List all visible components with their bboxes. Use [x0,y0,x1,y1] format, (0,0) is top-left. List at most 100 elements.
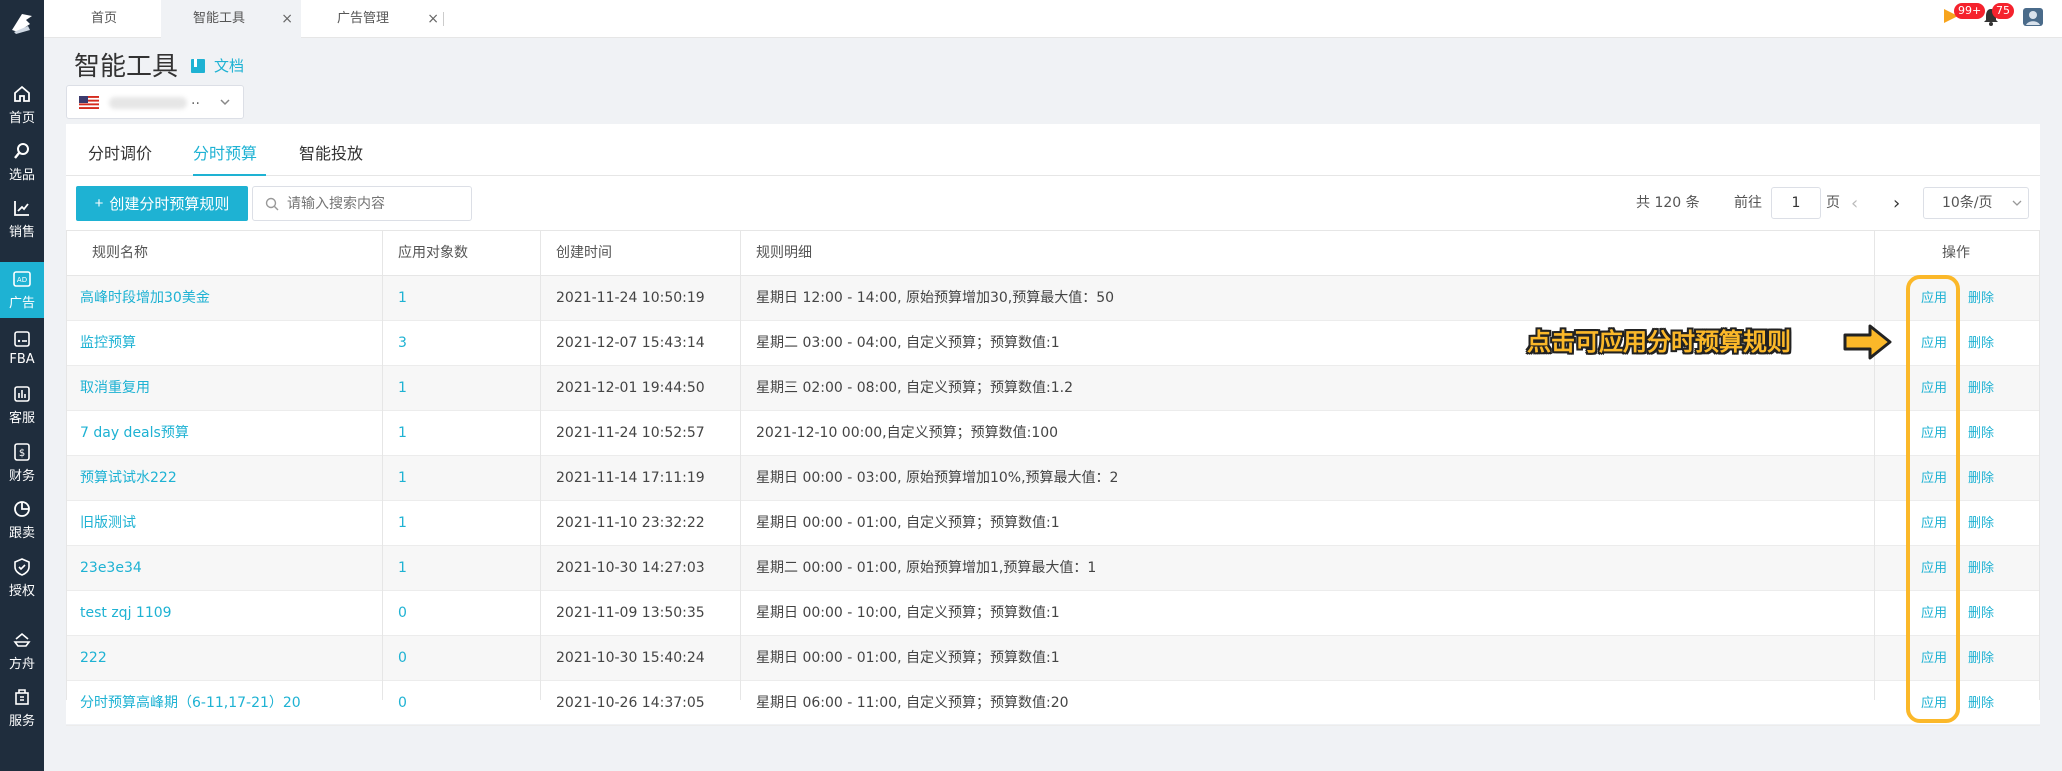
rule-name-link[interactable]: 高峰时段增加30美金 [80,276,210,321]
delete-button[interactable]: 删除 [1968,276,1994,321]
finance-icon: $ [14,443,30,461]
delete-button[interactable]: 删除 [1968,681,1994,726]
column-divider [540,230,541,700]
target-count-link[interactable]: 1 [398,276,407,321]
target-count-link[interactable]: 1 [398,546,407,591]
sidebar-item-service[interactable]: 客服 [0,377,44,433]
close-icon[interactable]: × [281,0,293,38]
prev-page-icon[interactable]: ‹ [1851,186,1858,221]
message-badge: 75 [1992,3,2014,19]
tab-time-budget[interactable]: 分时预算 [193,140,257,164]
rule-detail: 2021-12-10 00:00,自定义预算；预算数值:100 [756,425,1059,441]
delete-button[interactable]: 删除 [1968,591,1994,636]
rule-name-link[interactable]: 监控预算 [80,321,136,366]
home-icon [14,85,30,102]
chevron-down-icon [220,99,230,106]
active-tab-indicator [193,174,266,176]
create-rule-button[interactable]: + 创建分时预算规则 [76,186,248,221]
table-row: 预算试试水222 1 2021-11-14 17:11:19 星期日 00:00 - … [66,456,2040,501]
sidebar-item-label: 选品 [8,168,35,183]
table-row: 高峰时段增加30美金 1 2021-11-24 10:50:19 星期日 12:00 … [66,276,2040,321]
goto-label: 前往 [1734,195,1762,211]
target-count-link[interactable]: 0 [398,636,407,681]
delete-button[interactable]: 删除 [1968,636,1994,681]
avatar[interactable] [2022,6,2044,32]
bell-notice[interactable]: 75 [1982,3,2014,31]
sidebar-item-services[interactable]: 服务 [0,680,44,736]
rule-name-link[interactable]: 23e3e34 [80,546,142,591]
target-count-link[interactable]: 1 [398,411,407,456]
sidebar-item-auth[interactable]: 授权 [0,550,44,606]
close-icon[interactable]: × [427,0,439,38]
sidebar-item-fba[interactable]: FBA [0,320,44,376]
create-rule-label: 创建分时预算规则 [109,196,230,213]
tab-smart-tools[interactable]: 智能工具 × [161,0,301,38]
book-icon [191,58,205,73]
rule-name-link[interactable]: 预算试试水222 [80,456,177,501]
delete-button[interactable]: 删除 [1968,456,1994,501]
tab-ad-management[interactable]: 广告管理 × [301,0,447,38]
sidebar-item-sales[interactable]: 销售 [0,191,44,247]
rule-name-link[interactable]: test zqj 1109 [80,591,172,636]
target-count-link[interactable]: 1 [398,456,407,501]
delete-button[interactable]: 删除 [1968,366,1994,411]
tab-divider [443,12,444,26]
sidebar-item-selection[interactable]: 选品 [0,134,44,190]
table-right-border [2039,230,2040,700]
rule-detail: 星期日 00:00 - 01:00, 自定义预算；预算数值:1 [756,515,1060,531]
doc-link[interactable]: 文档 [190,55,244,76]
rule-name-link[interactable]: 旧版测试 [80,501,136,546]
tab-time-pricing[interactable]: 分时调价 [88,140,152,164]
target-count-link[interactable]: 0 [398,681,407,726]
tab-label: 首页 [91,11,118,26]
delete-button[interactable]: 删除 [1968,501,1994,546]
rule-name-link[interactable]: 取消重复用 [80,366,150,411]
page-unit: 页 [1826,195,1840,211]
tab-label: 智能工具 [193,11,246,26]
main-panel: 分时调价 分时预算 智能投放 + 创建分时预算规则 共 120 条 前往 1 页… [66,124,2040,726]
sidebar-item-label: 客服 [8,411,35,426]
subtab-bar: 分时调价 分时预算 智能投放 [66,124,2040,176]
search-input[interactable] [287,193,462,215]
target-count-link[interactable]: 1 [398,366,407,411]
rule-name-link[interactable]: 222 [80,636,107,681]
store-select[interactable]: .. [66,85,244,119]
sidebar-item-label: 服务 [8,714,35,729]
tab-label: 广告管理 [337,11,390,26]
sidebar-item-label: 财务 [8,469,35,484]
col-created-time: 创建时间 [556,245,612,261]
annotation-callout: 点击可应用分时预算规则 [1527,328,1791,356]
delete-button[interactable]: 删除 [1968,411,1994,456]
sidebar-item-ark[interactable]: 方舟 [0,623,44,679]
sidebar-item-finance[interactable]: $ 财务 [0,435,44,491]
search-box[interactable] [252,186,472,221]
created-time: 2021-10-30 15:40:24 [556,650,705,666]
sidebar-item-follow[interactable]: 跟卖 [0,492,44,548]
rule-detail: 星期日 12:00 - 14:00, 原始预算增加30,预算最大值：50 [756,290,1115,306]
page-number-input[interactable]: 1 [1771,187,1821,219]
ad-icon: AD [13,271,31,287]
delete-button[interactable]: 删除 [1968,546,1994,591]
rule-name-link[interactable]: 7 day deals预算 [80,411,189,456]
sidebar-item-home[interactable]: 首页 [0,77,44,133]
us-flag-icon [79,96,99,109]
sidebar-item-ads[interactable]: AD 广告 [0,262,44,318]
delete-button[interactable]: 删除 [1968,321,1994,366]
tab-smart-delivery[interactable]: 智能投放 [299,140,363,164]
store-ellipsis: .. [191,92,200,108]
flag-notice[interactable]: 99+ [1942,3,1986,31]
created-time: 2021-11-24 10:52:57 [556,425,705,441]
notification-badge: 99+ [1954,3,1986,19]
sidebar-item-label: 销售 [8,225,35,240]
target-count-link[interactable]: 1 [398,501,407,546]
plus-icon: + [94,195,104,212]
next-page-icon[interactable]: › [1893,186,1900,221]
logo-icon[interactable] [8,10,36,36]
total-count: 共 120 条 [1636,195,1700,211]
search-icon [14,143,29,159]
target-count-link[interactable]: 0 [398,591,407,636]
pie-icon [14,501,30,517]
target-count-link[interactable]: 3 [398,321,407,366]
page-size-select[interactable]: 10条/页 [1923,187,2029,219]
rule-name-link[interactable]: 分时预算高峰期（6-11,17-21）20 [80,681,301,726]
